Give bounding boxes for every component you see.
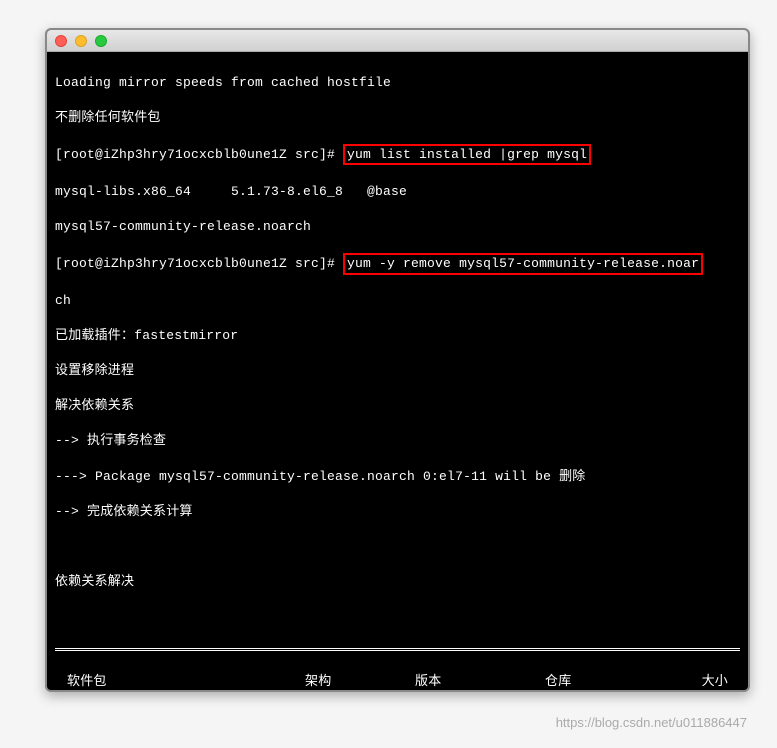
divider-double <box>55 648 740 651</box>
col-header-repo: 仓库 <box>545 673 685 691</box>
output-line: Loading mirror speeds from cached hostfi… <box>55 74 740 92</box>
output-line: 已加载插件：fastestmirror <box>55 327 740 345</box>
table-header-row: 软件包 架构 版本 仓库 大小 <box>55 673 740 691</box>
command-highlight: yum list installed |grep mysql <box>343 144 591 166</box>
prompt-line: [root@iZhp3hry71ocxcblb0une1Z src]# yum … <box>55 253 740 275</box>
window-titlebar <box>47 30 748 52</box>
output-line: --> 完成依赖关系计算 <box>55 503 740 521</box>
output-line: 解决依赖关系 <box>55 397 740 415</box>
output-line: 设置移除进程 <box>55 362 740 380</box>
output-line: --> 执行事务检查 <box>55 432 740 450</box>
terminal-window: Loading mirror speeds from cached hostfi… <box>45 28 750 692</box>
minimize-icon[interactable] <box>75 35 87 47</box>
command-highlight: yum -y remove mysql57-community-release.… <box>343 253 703 275</box>
prompt-line: [root@iZhp3hry71ocxcblb0une1Z src]# yum … <box>55 144 740 166</box>
col-header-version: 版本 <box>415 673 545 691</box>
output-line: 不删除任何软件包 <box>55 109 740 127</box>
watermark-text: https://blog.csdn.net/u011886447 <box>556 715 747 730</box>
prompt: [root@iZhp3hry71ocxcblb0une1Z src]# <box>55 147 343 162</box>
output-line: mysql-libs.x86_64 5.1.73-8.el6_8 @base <box>55 183 740 201</box>
col-header-arch: 架构 <box>305 673 415 691</box>
col-header-size: 大小 <box>685 673 740 691</box>
prompt: [root@iZhp3hry71ocxcblb0une1Z src]# <box>55 256 343 271</box>
col-header-package: 软件包 <box>55 673 305 691</box>
output-line: 依赖关系解决 <box>55 573 740 591</box>
output-line: ---> Package mysql57-community-release.n… <box>55 468 740 486</box>
close-icon[interactable] <box>55 35 67 47</box>
blank-line <box>55 608 740 626</box>
maximize-icon[interactable] <box>95 35 107 47</box>
blank-line <box>55 538 740 556</box>
terminal-content[interactable]: Loading mirror speeds from cached hostfi… <box>47 52 748 692</box>
output-line: ch <box>55 292 740 310</box>
output-line: mysql57-community-release.noarch <box>55 218 740 236</box>
